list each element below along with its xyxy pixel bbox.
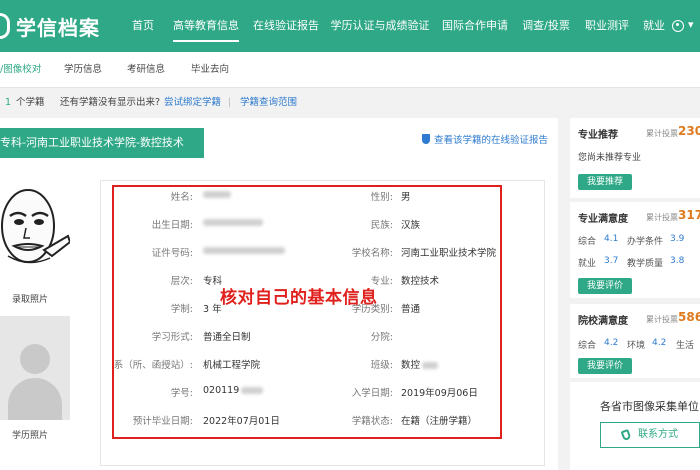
avatar-placeholder-icon [20, 344, 50, 374]
verify-report-link[interactable]: 查看该学籍的在线验证报告 [422, 132, 548, 146]
school-score-label-environment: 环境 [627, 341, 646, 351]
score-value-teaching: 3.8 [670, 256, 685, 266]
notice-separator: | [228, 97, 232, 108]
subnav-item-graduation-destination[interactable]: 毕业去向 [191, 52, 229, 88]
record-scope-link[interactable]: 学籍查询范围 [240, 90, 297, 116]
subnav-item-postgraduate-info[interactable]: 考研信息 [127, 52, 165, 88]
major-satisfaction-card: 专业满意度 累计投票 317 综合 4.1 办学条件 3.9 就业 3.7 教学… [570, 202, 700, 298]
school-score-value-environment: 4.2 [652, 338, 667, 348]
major-recommend-card: 专业推荐 累计投票 230 您尚未推荐专业 我要推荐 [570, 118, 700, 198]
score-label-teaching: 教学质量 [627, 259, 664, 269]
school-score-label-overall: 综合 [578, 341, 597, 351]
major-satisfaction-title: 专业满意度 [578, 214, 628, 225]
record-count-notice: 1 个学籍 还有学籍没有显示出来? 尝试绑定学籍 | 学籍查询范围 [0, 90, 700, 116]
major-satisfaction-count: 317 [678, 208, 700, 222]
nav-item-employment[interactable]: 就业 [637, 0, 671, 52]
site-logo[interactable]: 学信档案 [0, 12, 100, 40]
score-value-facilities: 3.9 [670, 234, 685, 244]
nav-item-survey[interactable]: 调查/投票 [515, 0, 577, 52]
logo-mark-icon [0, 13, 10, 39]
user-icon[interactable] [672, 20, 684, 32]
nav-item-higher-education[interactable]: 高等教育信息 [165, 0, 247, 52]
subnav-item-image-check[interactable]: /图像校对 [0, 52, 41, 88]
chevron-down-icon[interactable]: ▾ [688, 18, 694, 31]
nav-item-online-verification[interactable]: 在线验证报告 [247, 0, 325, 52]
school-satisfaction-count: 586 [678, 310, 700, 324]
top-navigation: 学信档案 首页 高等教育信息 在线验证报告 学历认证与成绩验证 国际合作申请 调… [0, 0, 700, 52]
missing-record-question: 还有学籍没有显示出来? [60, 97, 161, 108]
school-rate-button[interactable]: 我要评价 [578, 358, 632, 374]
record-count: 1 [5, 97, 12, 108]
nav-item-certification[interactable]: 学历认证与成绩验证 [325, 0, 435, 52]
degree-photo [0, 316, 70, 420]
bind-record-link[interactable]: 尝试绑定学籍 [164, 90, 221, 116]
major-recommend-count: 230 [678, 124, 700, 138]
score-label-employment: 就业 [578, 259, 597, 269]
contact-button[interactable]: 联系方式 [600, 422, 700, 448]
major-rate-button[interactable]: 我要评价 [578, 278, 632, 294]
annotation-text: 核对自己的基本信息 [220, 288, 378, 308]
school-score-label-living: 生活 [676, 341, 695, 351]
nav-item-career-test[interactable]: 职业测评 [577, 0, 637, 52]
logo-text: 学信档案 [16, 15, 100, 40]
degree-photo-label: 学历照片 [12, 431, 49, 441]
score-label-overall: 综合 [578, 237, 597, 247]
score-label-facilities: 办学条件 [627, 237, 664, 247]
annotation-highlight-box [112, 185, 502, 439]
school-score-value-overall: 4.2 [604, 338, 619, 348]
nav-item-home[interactable]: 首页 [125, 0, 165, 52]
subnav-item-degree-info[interactable]: 学历信息 [64, 52, 102, 88]
admission-photo-label: 录取照片 [12, 295, 49, 305]
verify-report-link-label: 查看该学籍的在线验证报告 [434, 135, 549, 146]
school-satisfaction-card: 院校满意度 累计投票 586 综合 4.2 环境 4.2 生活 我要评价 [570, 304, 700, 378]
admission-photo [0, 176, 72, 286]
major-satisfaction-count-label: 累计投票 [646, 213, 678, 222]
recommend-button[interactable]: 我要推荐 [578, 174, 632, 190]
major-recommend-title: 专业推荐 [578, 130, 618, 141]
avatar-placeholder-body [8, 378, 62, 420]
image-collection-card: 各省市图像采集单位 联系方式 [570, 382, 700, 470]
score-value-employment: 3.7 [604, 256, 619, 266]
major-recommend-count-label: 累计投票 [646, 129, 678, 138]
phone-icon [620, 428, 632, 442]
contact-button-label: 联系方式 [638, 429, 678, 440]
image-collection-title: 各省市图像采集单位 [600, 400, 699, 413]
major-recommend-text: 您尚未推荐专业 [578, 153, 642, 163]
school-banner: 专科-河南工业职业技术学院-数控技术 [0, 128, 204, 158]
sub-navigation: /图像校对 学历信息 考研信息 毕业去向 [0, 52, 700, 88]
school-satisfaction-count-label: 累计投票 [646, 315, 678, 324]
nav-item-international[interactable]: 国际合作申请 [435, 0, 515, 52]
admission-photo-image [1, 189, 72, 264]
school-satisfaction-title: 院校满意度 [578, 316, 628, 327]
record-count-suffix: 个学籍 [16, 97, 45, 108]
score-value-overall: 4.1 [604, 234, 619, 244]
main-nav: 首页 高等教育信息 在线验证报告 学历认证与成绩验证 国际合作申请 调查/投票 … [125, 0, 671, 52]
shield-icon [422, 134, 430, 144]
